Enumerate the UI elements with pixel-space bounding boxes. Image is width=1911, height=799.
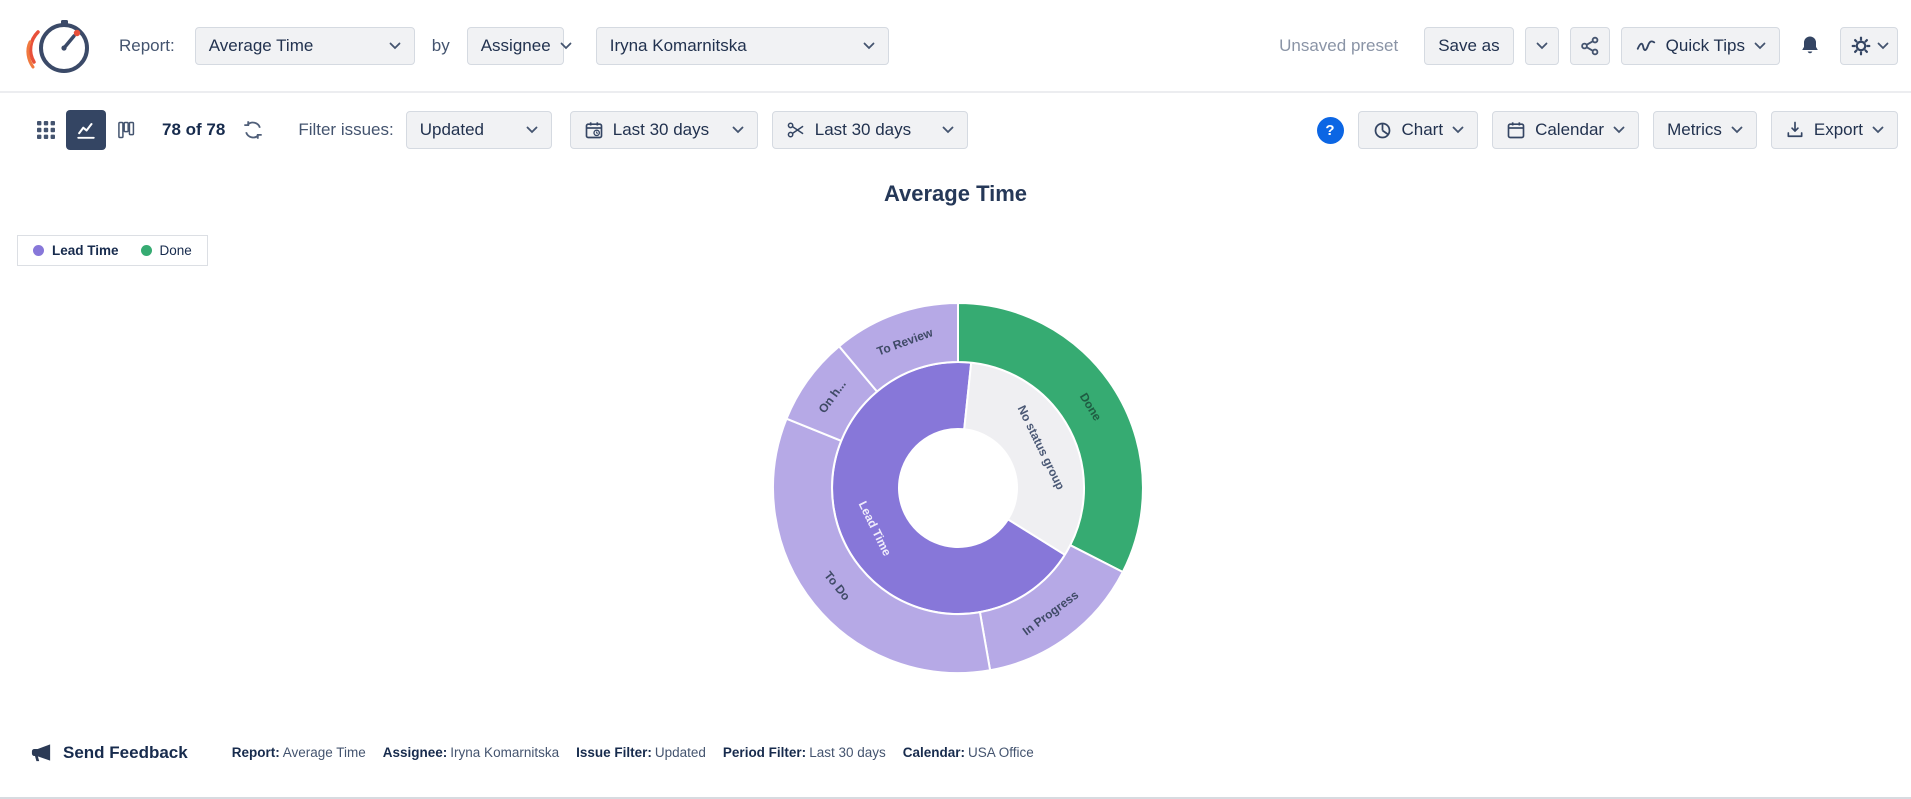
summary-report: Report:Average Time [232,745,366,760]
calendar-button-label: Calendar [1535,120,1604,140]
report-summary: Report:Average Time Assignee:Iryna Komar… [232,745,1034,760]
board-icon [116,120,136,140]
quick-tips-button[interactable]: Quick Tips [1621,27,1780,65]
send-feedback-button[interactable]: Send Feedback [30,741,188,764]
preset-status: Unsaved preset [1279,36,1398,56]
export-button-label: Export [1814,120,1863,140]
report-type-value: Average Time [209,36,314,56]
grid-icon [36,120,56,140]
sunburst-chart: Lead TimeNo status groupDoneIn ProgressT… [738,273,1178,703]
metrics-button[interactable]: Metrics [1653,111,1757,149]
chevron-down-icon [942,126,954,134]
period-filter-value: Last 30 days [613,120,723,140]
chevron-down-icon [560,42,572,50]
save-options-button[interactable] [1525,27,1559,65]
issue-filter-select[interactable]: Updated [406,111,552,149]
chevron-down-icon [863,42,875,50]
toolbar-actions: ? Chart Calendar Metr [1317,111,1899,149]
chevron-down-icon [1877,42,1889,50]
chart-type-button[interactable]: Chart [1358,111,1479,149]
report-type-select[interactable]: Average Time [195,27,415,65]
export-button[interactable]: Export [1771,111,1898,149]
send-feedback-label: Send Feedback [63,743,188,763]
period-filter-select[interactable]: Last 30 days [570,111,758,149]
issue-count: 78 of 78 [162,120,225,140]
summary-issue-filter: Issue Filter:Updated [576,745,706,760]
assignee-value: Iryna Komarnitska [610,36,747,56]
working-period-value: Last 30 days [815,120,933,140]
scissors-icon [786,120,806,140]
by-label: by [432,36,450,56]
chart-title: Average Time [0,181,1911,207]
issue-filter-value: Updated [420,120,484,140]
chevron-down-icon [1754,42,1766,50]
chart-view-button[interactable] [66,110,106,150]
help-button[interactable]: ? [1317,117,1344,144]
chevron-down-icon [1536,42,1548,50]
app-header: Report: Average Time by Assignee Iryna K… [0,0,1911,93]
grid-view-button[interactable] [26,110,66,150]
settings-button[interactable] [1840,27,1898,65]
stopwatch-logo-icon [24,10,92,82]
chevron-down-icon [1452,126,1464,134]
refresh-button[interactable] [234,111,272,149]
save-as-button[interactable]: Save as [1424,27,1513,65]
refresh-icon [242,119,264,141]
calendar-clock-icon [584,120,604,140]
help-label: ? [1325,122,1334,139]
filter-issues-label: Filter issues: [298,120,393,140]
line-chart-icon [75,119,97,141]
gear-icon [1850,35,1872,57]
summary-assignee: Assignee:Iryna Komarnitska [383,745,559,760]
group-by-select[interactable]: Assignee [467,27,564,65]
export-icon [1785,120,1805,140]
bell-icon [1798,34,1822,58]
chevron-down-icon [1872,126,1884,134]
legend-swatch-lead-time [33,245,44,256]
chart-legend: Lead Time Done [17,235,208,266]
legend-label: Lead Time [52,243,119,258]
share-icon [1579,35,1601,57]
notifications-button[interactable] [1791,27,1829,65]
chevron-down-icon [389,42,401,50]
legend-swatch-done [141,245,152,256]
chevron-down-icon [732,126,744,134]
chevron-down-icon [1613,126,1625,134]
header-actions: Unsaved preset Save as Quick Tips [1279,27,1898,65]
save-as-label: Save as [1438,36,1499,56]
chevron-down-icon [1731,126,1743,134]
board-view-button[interactable] [106,110,146,150]
summary-calendar: Calendar:USA Office [903,745,1034,760]
legend-item-lead-time[interactable]: Lead Time [33,243,119,258]
legend-item-done[interactable]: Done [141,243,192,258]
quick-tips-label: Quick Tips [1666,36,1745,56]
working-period-select[interactable]: Last 30 days [772,111,968,149]
megaphone-icon [30,741,53,764]
chart-button-label: Chart [1402,120,1444,140]
app-logo [24,10,92,82]
pie-chart-icon [1372,120,1393,141]
calendar-icon [1506,120,1526,140]
group-by-value: Assignee [481,36,551,56]
legend-label: Done [160,243,192,258]
view-toolbar: 78 of 78 Filter issues: Updated Last 30 … [0,95,1911,165]
footer: Send Feedback Report:Average Time Assign… [0,741,1911,764]
metrics-button-label: Metrics [1667,120,1722,140]
assignee-select[interactable]: Iryna Komarnitska [596,27,889,65]
share-button[interactable] [1570,27,1610,65]
calendar-button[interactable]: Calendar [1492,111,1639,149]
report-label: Report: [119,36,175,56]
summary-period-filter: Period Filter:Last 30 days [723,745,886,760]
quick-tips-icon [1635,35,1657,57]
chevron-down-icon [526,126,538,134]
